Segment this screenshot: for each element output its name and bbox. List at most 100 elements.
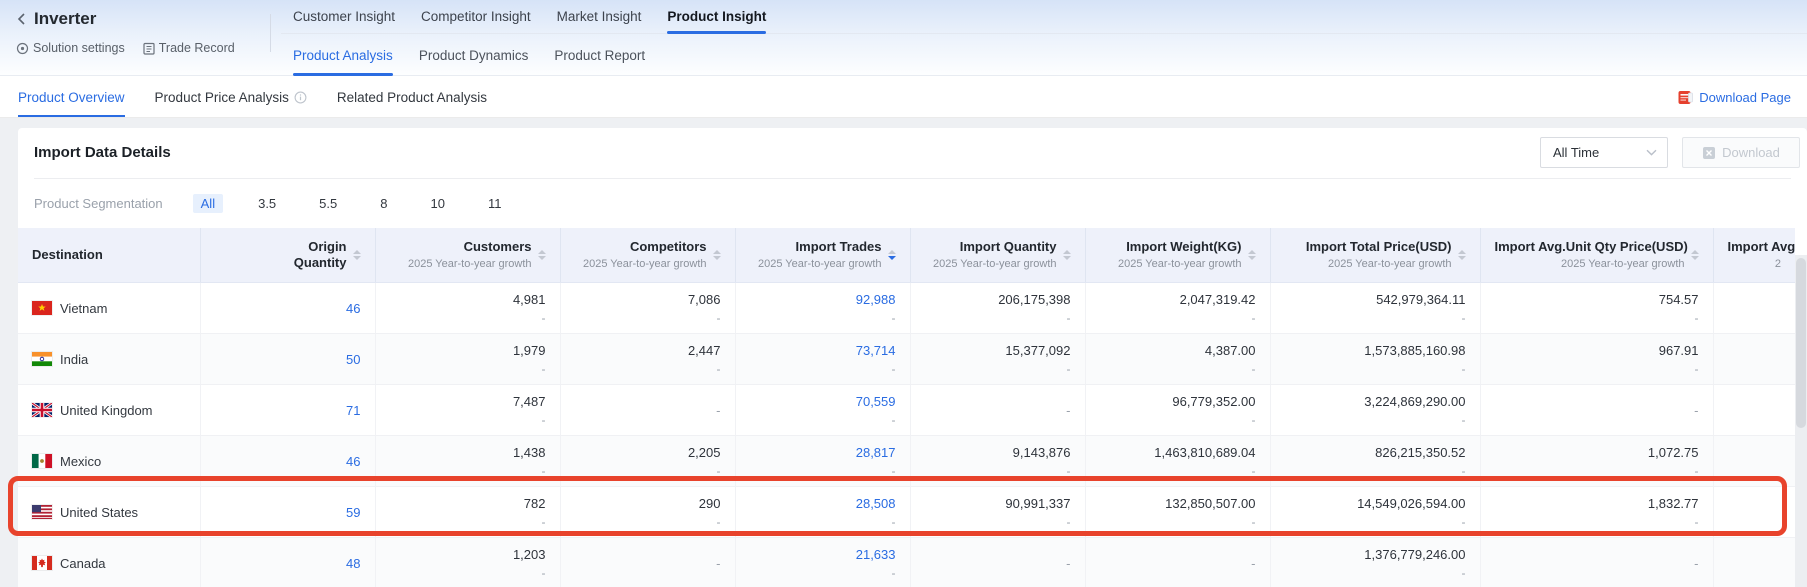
sort-caret-icon[interactable] bbox=[1458, 250, 1466, 260]
competitors-cell: 7,086- bbox=[560, 283, 735, 334]
sort-caret-icon[interactable] bbox=[353, 250, 361, 260]
segmentation-option-all[interactable]: All bbox=[193, 194, 223, 213]
cell-growth: - bbox=[1100, 462, 1256, 480]
customers-cell: 1,203- bbox=[375, 538, 560, 587]
column-header-customers[interactable]: Customers2025 Year-to-year growth bbox=[375, 228, 560, 283]
sort-caret-icon[interactable] bbox=[1248, 250, 1256, 260]
download-button[interactable]: Download bbox=[1682, 137, 1800, 168]
mexico-flag-icon bbox=[32, 454, 52, 468]
customers-cell: 782- bbox=[375, 487, 560, 538]
sort-caret-icon[interactable] bbox=[888, 250, 896, 260]
segmentation-option-10[interactable]: 10 bbox=[422, 194, 452, 213]
trade-record-link[interactable]: Trade Record bbox=[143, 41, 235, 55]
top-nav: Customer Insight Competitor Insight Market… bbox=[281, 0, 1807, 34]
cell-growth: - bbox=[1285, 462, 1466, 480]
nav-tab-market-insight[interactable]: Market Insight bbox=[557, 0, 642, 33]
segmentation-option-8[interactable]: 8 bbox=[372, 194, 395, 213]
cell-growth: - bbox=[1100, 411, 1256, 429]
sort-caret-icon[interactable] bbox=[538, 250, 546, 260]
column-header-import-quantity[interactable]: Import Quantity2025 Year-to-year growth bbox=[910, 228, 1085, 283]
import-quantity-cell: 206,175,398- bbox=[910, 283, 1085, 334]
import-quantity-cell: - bbox=[910, 538, 1085, 587]
column-header-import-avg-unit-qty-price-usd[interactable]: Import Avg.Unit Qty Price(USD)2025 Year-… bbox=[1480, 228, 1713, 283]
import-quantity-cell: - bbox=[910, 385, 1085, 436]
column-subtitle: 2025 Year-to-year growth bbox=[1118, 257, 1242, 271]
section-tab-product-price-analysis[interactable]: Product Price Analysis bbox=[155, 77, 307, 117]
customers-cell: 7,487- bbox=[375, 385, 560, 436]
segmentation-option-11[interactable]: 11 bbox=[480, 194, 510, 213]
origin-quantity-cell: 46 bbox=[200, 436, 375, 487]
cell-value[interactable]: 70,559 bbox=[750, 392, 896, 411]
cell-value[interactable]: 28,508 bbox=[750, 494, 896, 513]
section-tab-related-product-analysis[interactable]: Related Product Analysis bbox=[337, 77, 487, 117]
destination-cell: Vietnam bbox=[18, 283, 200, 334]
import-data-details-panel: Import Data Details All Time Download Pr… bbox=[18, 128, 1807, 587]
nav-tab-competitor-insight[interactable]: Competitor Insight bbox=[421, 0, 531, 33]
section-tab-label: Product Price Analysis bbox=[155, 90, 289, 105]
nav-tab-customer-insight[interactable]: Customer Insight bbox=[293, 0, 395, 33]
competitors-cell: 290- bbox=[560, 487, 735, 538]
import-total-price-usd-cell: 1,573,885,160.98- bbox=[1270, 334, 1480, 385]
cell-value[interactable]: 92,988 bbox=[750, 290, 896, 309]
cell-growth: - bbox=[1495, 309, 1699, 327]
column-header-origin-quantity[interactable]: Origin Quantity bbox=[200, 228, 375, 283]
destination-cell: United Kingdom bbox=[18, 385, 200, 436]
cell-value[interactable]: 21,633 bbox=[750, 545, 896, 564]
info-icon bbox=[294, 91, 307, 104]
product-segmentation-row: Product Segmentation All3.55.581011 bbox=[34, 186, 536, 220]
cell-growth: - bbox=[750, 309, 896, 327]
origin-quantity-link[interactable]: 50 bbox=[346, 350, 360, 369]
table-header: DestinationOrigin QuantityCustomers2025 … bbox=[18, 228, 1795, 283]
back-button[interactable] bbox=[16, 12, 26, 26]
cell-value: 2,447 bbox=[575, 341, 721, 360]
india-flag-icon bbox=[32, 352, 52, 366]
cell-value: 4,387.00 bbox=[1100, 341, 1256, 360]
segmentation-option-3-5[interactable]: 3.5 bbox=[250, 194, 284, 213]
vertical-scrollbar[interactable] bbox=[1795, 255, 1807, 587]
origin-quantity-link[interactable]: 71 bbox=[346, 401, 360, 420]
subnav-tab-product-report[interactable]: Product Report bbox=[554, 41, 645, 76]
import-weight-kg-cell: - bbox=[1085, 538, 1270, 587]
column-header-import-weight-kg[interactable]: Import Weight(KG)2025 Year-to-year growt… bbox=[1085, 228, 1270, 283]
column-header-import-total-price-usd[interactable]: Import Total Price(USD)2025 Year-to-year… bbox=[1270, 228, 1480, 283]
cell-value: 96,779,352.00 bbox=[1100, 392, 1256, 411]
cell-growth: - bbox=[575, 462, 721, 480]
sort-caret-icon[interactable] bbox=[1063, 250, 1071, 260]
sort-caret-icon[interactable] bbox=[1691, 250, 1699, 260]
origin-quantity-link[interactable]: 46 bbox=[346, 452, 360, 471]
sort-caret-icon[interactable] bbox=[713, 250, 721, 260]
excel-icon bbox=[1702, 146, 1716, 160]
scrollbar-thumb[interactable] bbox=[1796, 258, 1806, 428]
column-subtitle: 2025 Year-to-year growth bbox=[408, 257, 532, 271]
column-header-import-trades[interactable]: Import Trades2025 Year-to-year growth bbox=[735, 228, 910, 283]
cell-value[interactable]: 28,817 bbox=[750, 443, 896, 462]
nav-tab-product-insight[interactable]: Product Insight bbox=[667, 0, 766, 33]
solution-settings-link[interactable]: Solution settings bbox=[16, 41, 125, 55]
time-range-select[interactable]: All Time bbox=[1540, 137, 1668, 168]
vietnam-flag-icon bbox=[32, 301, 52, 315]
cell-value: 1,376,779,246.00 bbox=[1285, 545, 1466, 564]
download-page-button[interactable]: Download Page bbox=[1678, 90, 1791, 105]
sub-nav: Product Analysis Product Dynamics Product … bbox=[281, 41, 1807, 76]
section-tab-product-overview[interactable]: Product Overview bbox=[18, 77, 125, 117]
segmentation-option-5-5[interactable]: 5.5 bbox=[311, 194, 345, 213]
competitors-cell: 2,447- bbox=[560, 334, 735, 385]
cell-growth: - bbox=[390, 513, 546, 531]
subnav-tab-product-dynamics[interactable]: Product Dynamics bbox=[419, 41, 529, 76]
import-weight-kg-cell: 1,463,810,689.04- bbox=[1085, 436, 1270, 487]
column-header-competitors[interactable]: Competitors2025 Year-to-year growth bbox=[560, 228, 735, 283]
subnav-tab-product-analysis[interactable]: Product Analysis bbox=[293, 41, 393, 76]
origin-quantity-link[interactable]: 48 bbox=[346, 554, 360, 573]
cell-growth: - bbox=[1100, 360, 1256, 378]
destination-name: Mexico bbox=[60, 454, 101, 469]
origin-quantity-link[interactable]: 46 bbox=[346, 299, 360, 318]
empty-value: - bbox=[911, 385, 1085, 435]
column-title: Import Total Price(USD) bbox=[1306, 239, 1452, 255]
origin-quantity-link[interactable]: 59 bbox=[346, 503, 360, 522]
import-total-price-usd-cell: 826,215,350.52- bbox=[1270, 436, 1480, 487]
app-root: Inverter Solution settings Trade Record … bbox=[0, 0, 1807, 587]
destination-cell: India bbox=[18, 334, 200, 385]
cell-value[interactable]: 73,714 bbox=[750, 341, 896, 360]
destination-name: United States bbox=[60, 505, 138, 520]
import-avg-unit-qty-price-usd-cell: 1,072.75- bbox=[1480, 436, 1713, 487]
